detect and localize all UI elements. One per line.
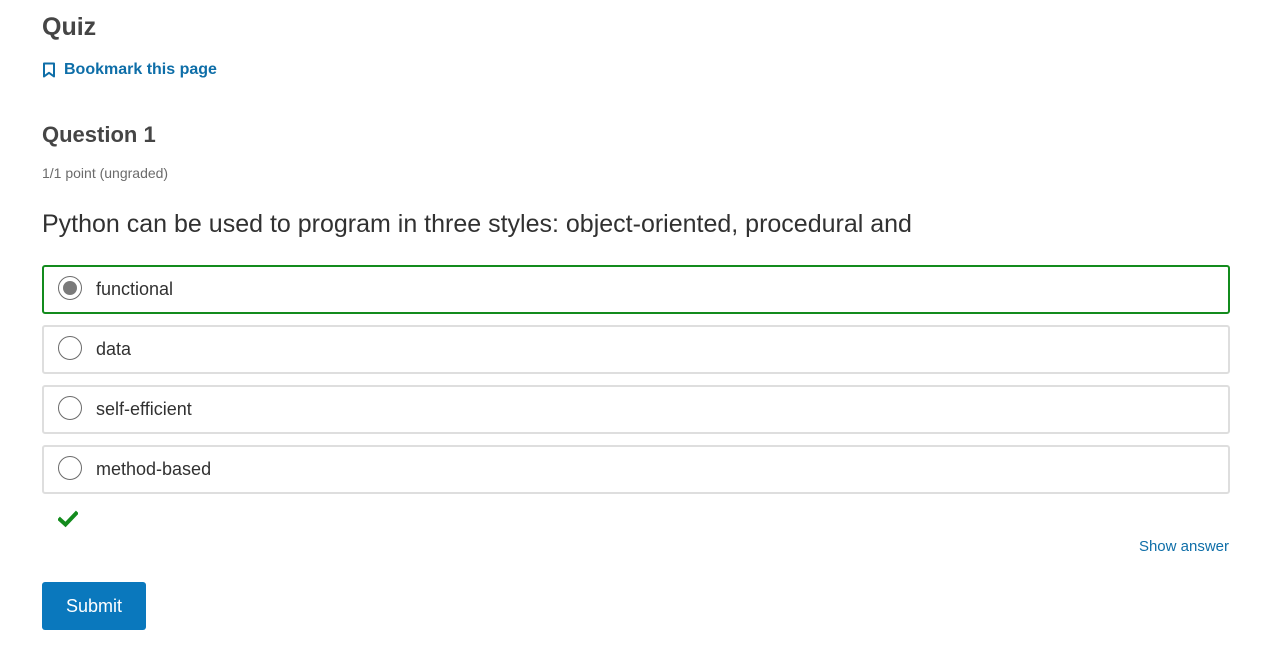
submit-button[interactable]: Submit (42, 582, 146, 630)
choice-label: self-efficient (96, 399, 192, 419)
choice-method-based[interactable]: method-based (42, 445, 1230, 494)
choice-self-efficient[interactable]: self-efficient (42, 385, 1230, 434)
radio-button-selected[interactable] (58, 275, 82, 300)
question-prompt: Python can be used to program in three s… (42, 210, 912, 238)
page-title: Quiz (42, 13, 97, 41)
question-points: 1/1 point (ungraded) (42, 165, 169, 181)
choice-label: data (96, 339, 132, 359)
radio-button[interactable] (58, 395, 82, 420)
quiz-page: Quiz Bookmark this page Question 1 1/1 p… (0, 0, 1267, 654)
question-title: Question 1 (42, 122, 156, 147)
choice-list: functional data self-efficient method-ba… (42, 265, 1230, 505)
choice-functional[interactable]: functional (42, 265, 1230, 314)
bookmark-button[interactable]: Bookmark this page (42, 58, 217, 82)
bookmark-icon (42, 62, 56, 78)
bookmark-label: Bookmark this page (64, 61, 217, 78)
choice-data[interactable]: data (42, 325, 1230, 374)
checkmark-icon (57, 510, 79, 528)
radio-button[interactable] (58, 455, 82, 480)
radio-button[interactable] (58, 335, 82, 360)
show-answer-link[interactable]: Show answer (1139, 538, 1229, 555)
choice-label: functional (96, 279, 174, 299)
choice-label: method-based (96, 459, 212, 479)
